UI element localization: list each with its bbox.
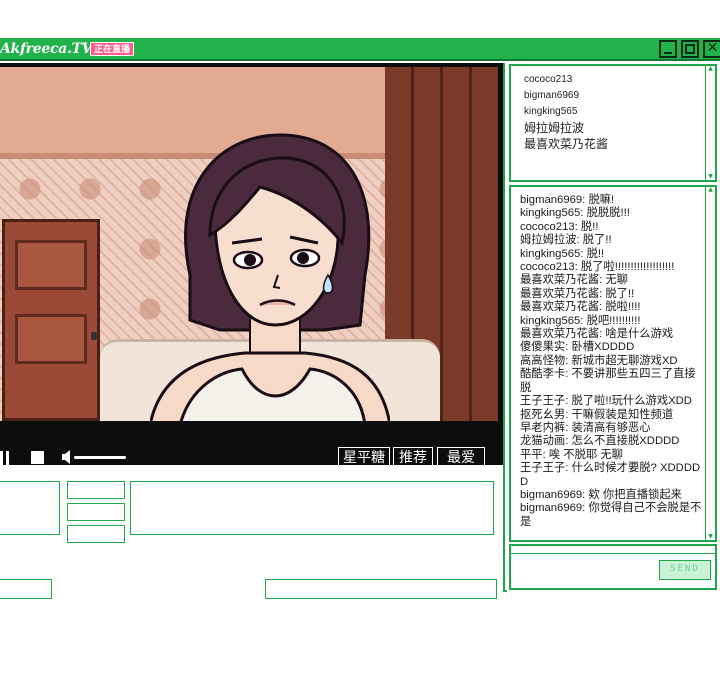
brand-logo: Akfreeca.TV	[0, 41, 93, 57]
viewer-scrollbar[interactable]	[705, 65, 715, 180]
info-field[interactable]	[67, 503, 125, 521]
viewer-item[interactable]: 最喜欢菜乃花酱	[524, 136, 608, 152]
chat-message: 王子王子: 脱了啦!!玩什么游戏XDD	[520, 395, 692, 408]
chat-message: kingking565: 脱吧!!!!!!!!!!	[520, 314, 641, 327]
volume-icon[interactable]	[61, 449, 73, 465]
info-panel	[0, 481, 503, 599]
info-field[interactable]	[67, 481, 125, 499]
star-candy-button[interactable]: 星平糖	[338, 447, 390, 465]
chat-pane: cococo213 bigman6969 kingking565 姆拉姆拉波 最…	[507, 63, 720, 592]
chat-message: kingking565: 脱脱脱!!!	[520, 207, 630, 220]
volume-slider[interactable]	[74, 456, 126, 459]
recommend-button[interactable]: 推荐	[393, 447, 433, 465]
chat-message: 平平: 唉 不脱耶 无聊	[520, 448, 623, 461]
progress-field	[265, 579, 497, 599]
chat-input-area[interactable]: SEND	[509, 544, 717, 590]
chat-log: bigman6969: 脱嘛! kingking565: 脱脱脱!!! coco…	[509, 185, 717, 542]
app-window: Akfreeca.TV 正在直播 ✕ 星平糖 推荐 最爱 cococo213 b…	[0, 38, 720, 599]
chat-message: 姆拉姆拉波: 脱了!!	[520, 234, 612, 247]
viewer-item[interactable]: bigman6969	[524, 88, 608, 104]
viewer-list: cococo213 bigman6969 kingking565 姆拉姆拉波 最…	[509, 64, 717, 182]
chat-message: 最喜欢菜乃花酱: 无聊	[520, 274, 628, 287]
chat-message: 高高怪物: 新城市超无聊游戏XD	[520, 354, 678, 367]
chat-message: bigman6969: 你觉得自己不会脱是不是	[520, 502, 702, 528]
video-frame	[0, 67, 498, 421]
chat-message: 王子王子: 什么时候才要脱? XDDDDD	[520, 462, 701, 488]
chat-message: 早老内裤: 装清高有够恶心	[520, 421, 651, 434]
chat-input-toolbar	[511, 546, 715, 554]
chat-message: 酷酷李卡: 不要讲那些五四三了直接脱	[520, 368, 696, 394]
chat-scrollbar[interactable]	[705, 186, 715, 540]
viewer-item[interactable]: 姆拉姆拉波	[524, 120, 608, 136]
stop-icon[interactable]	[31, 451, 44, 464]
thumbnail-box	[0, 481, 60, 535]
minimize-button[interactable]	[659, 40, 677, 58]
close-button[interactable]: ✕	[703, 40, 720, 58]
chat-message: 最喜欢菜乃花酱: 脱啦!!!!	[520, 301, 641, 314]
send-button[interactable]: SEND	[659, 560, 711, 580]
chat-message: 龙猫动画: 怎么不直接脱XDDDD	[520, 435, 680, 448]
chat-message: kingking565: 脱!!	[520, 247, 605, 260]
status-field	[0, 579, 52, 599]
chat-message: bigman6969: 脱嘛!	[520, 194, 615, 206]
chat-message: cococo213: 脱了啦!!!!!!!!!!!!!!!!!!!	[520, 261, 675, 274]
chat-message: cococo213: 脱!!	[520, 220, 599, 233]
video-letterbox	[0, 421, 503, 443]
streamer-illustration	[150, 133, 390, 421]
viewer-item[interactable]: cococo213	[524, 72, 608, 88]
chat-message: 最喜欢菜乃花酱: 啥是什么游戏	[520, 328, 674, 341]
chat-message: bigman6969: 欸 你把直播锁起来	[520, 488, 682, 501]
info-field[interactable]	[67, 525, 125, 543]
title-bar: Akfreeca.TV 正在直播 ✕	[0, 38, 720, 61]
video-player[interactable]: 星平糖 推荐 最爱	[0, 63, 503, 465]
chat-message: 抠死幺男: 干嘛假装是知性频道	[520, 408, 674, 421]
pause-icon[interactable]	[0, 451, 10, 465]
viewer-item[interactable]: kingking565	[524, 104, 608, 120]
favorite-button[interactable]: 最爱	[437, 447, 485, 465]
description-box	[130, 481, 494, 535]
door	[2, 219, 100, 421]
maximize-button[interactable]	[681, 40, 699, 58]
chat-message: 傻傻果实: 卧槽XDDDD	[520, 341, 635, 354]
broadcast-pane: 星平糖 推荐 最爱	[0, 63, 505, 599]
chat-message: 最喜欢菜乃花酱: 脱了!!	[520, 287, 635, 300]
live-badge: 正在直播	[90, 42, 135, 56]
